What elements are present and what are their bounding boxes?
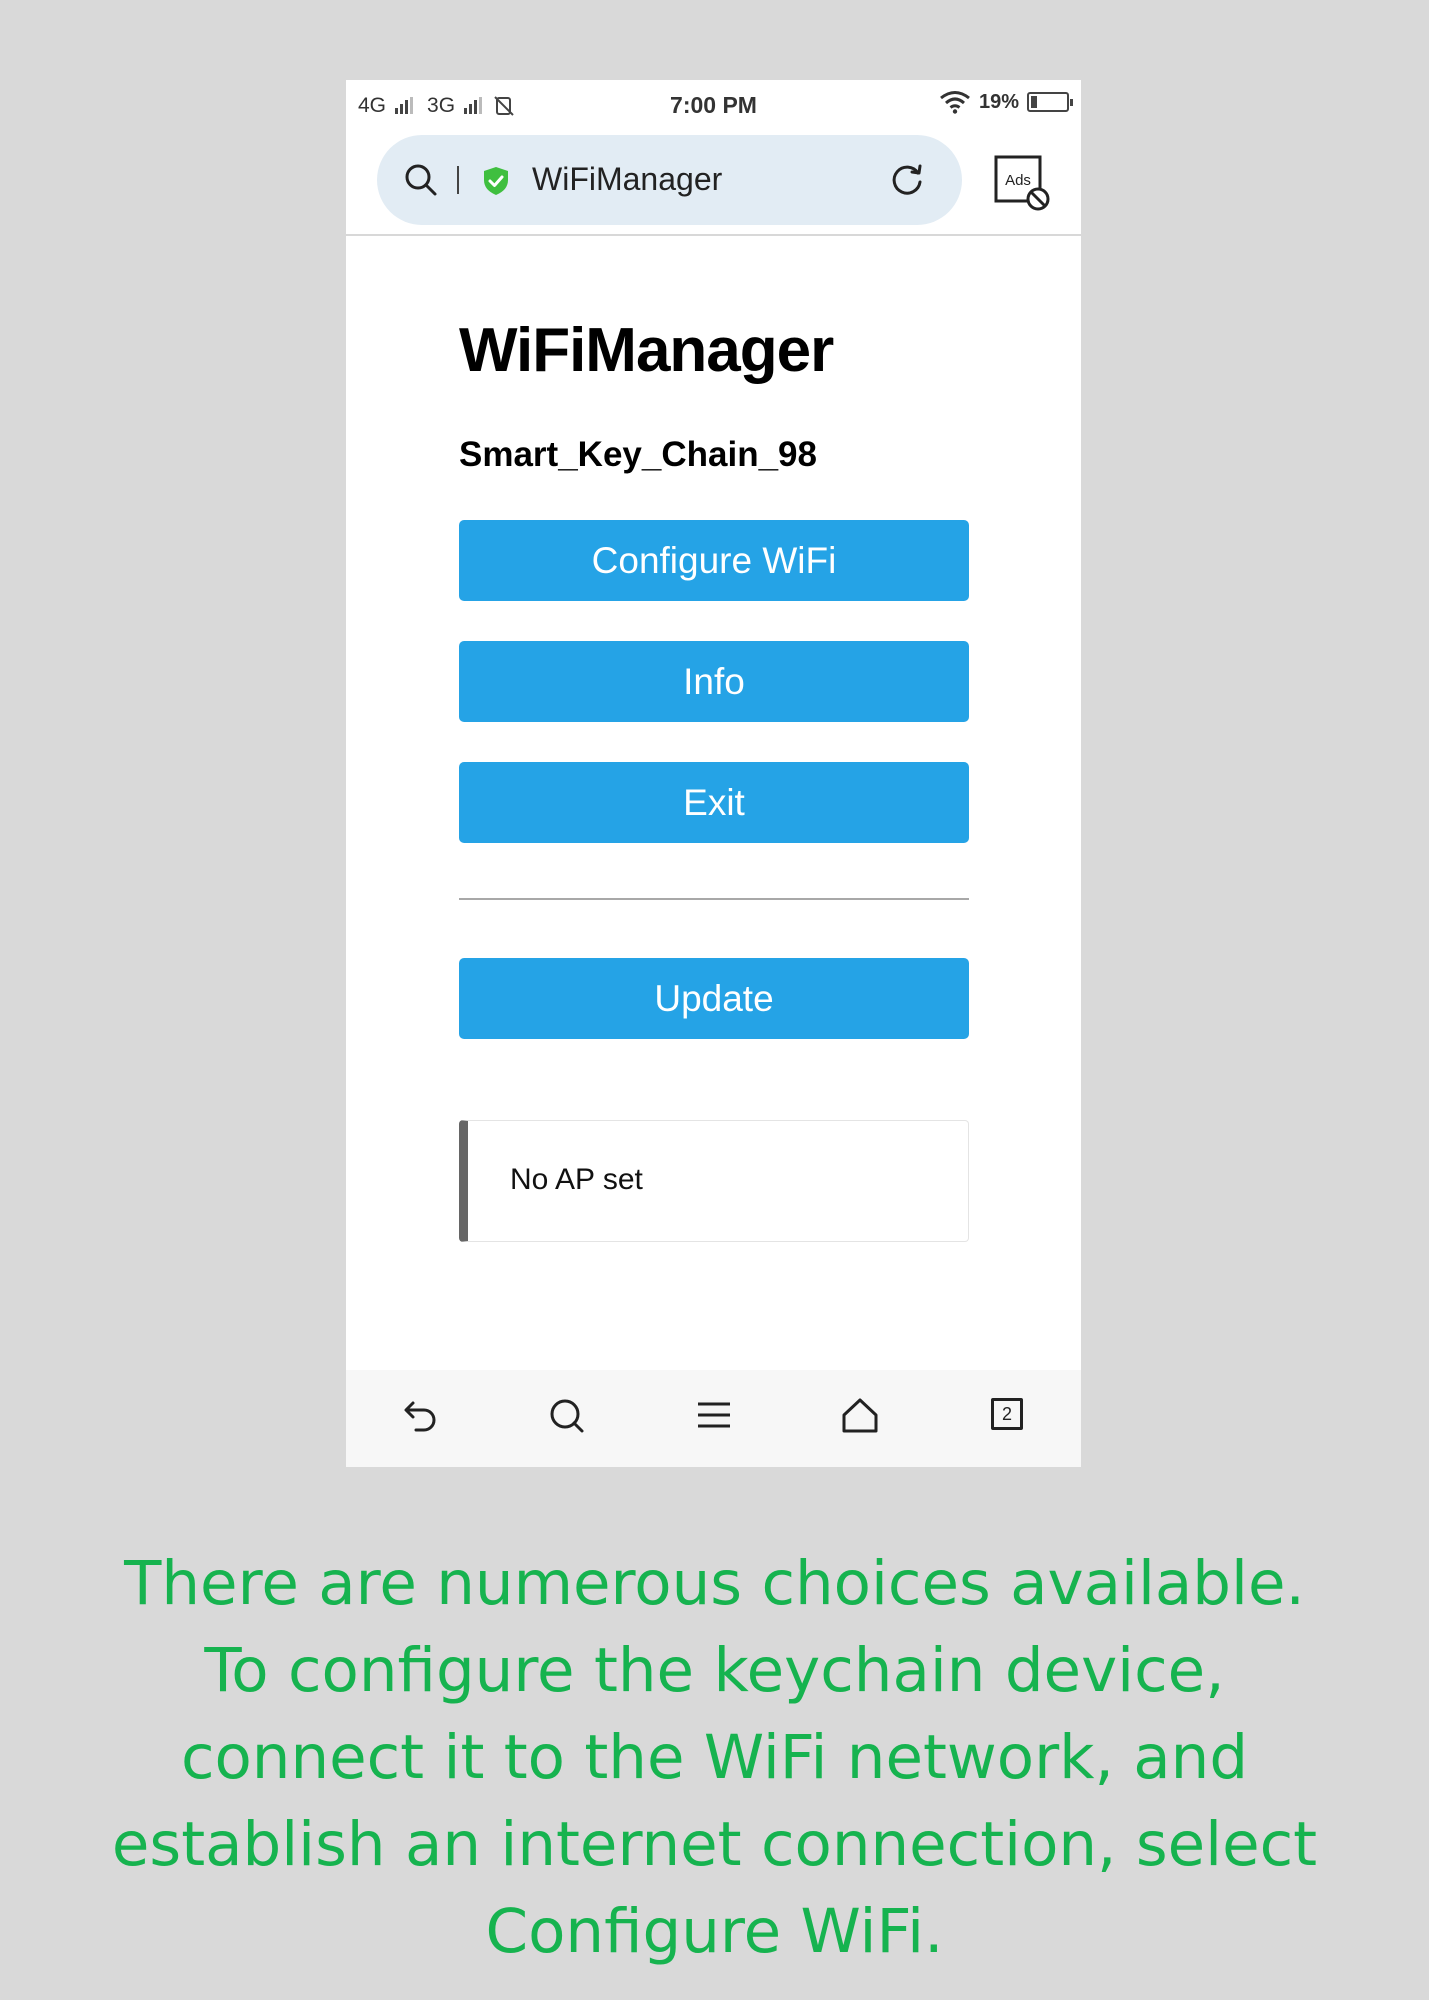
status-message: No AP set bbox=[510, 1163, 643, 1196]
home-icon[interactable] bbox=[840, 1396, 880, 1436]
update-button[interactable]: Update bbox=[459, 958, 969, 1039]
browser-bottom-nav: 2 bbox=[346, 1370, 1081, 1467]
battery-percent: 19% bbox=[978, 90, 1019, 113]
battery-icon bbox=[1027, 92, 1073, 112]
status-bar: 4G 3G 7:00 PM 19% bbox=[346, 80, 1081, 130]
address-separator bbox=[457, 166, 459, 194]
reload-icon[interactable] bbox=[888, 161, 926, 199]
address-bar[interactable]: WiFiManager bbox=[377, 135, 962, 225]
page-title: WiFiManager bbox=[459, 316, 834, 385]
wifi-icon bbox=[940, 91, 970, 114]
exit-button[interactable]: Exit bbox=[459, 762, 969, 843]
phone-screen: 4G 3G 7:00 PM 19% WiFiManager Ads WiFiMa… bbox=[346, 80, 1081, 1467]
ads-label: Ads bbox=[1005, 172, 1031, 189]
menu-icon[interactable] bbox=[694, 1396, 734, 1436]
secure-shield-icon bbox=[484, 167, 508, 195]
address-text[interactable]: WiFiManager bbox=[532, 161, 722, 198]
section-divider bbox=[459, 898, 969, 900]
search-icon[interactable] bbox=[403, 162, 439, 198]
caption-text: There are numerous choices available. To… bbox=[111, 1548, 1318, 1967]
top-divider bbox=[346, 234, 1081, 236]
configure-wifi-button[interactable]: Configure WiFi bbox=[459, 520, 969, 601]
search-icon[interactable] bbox=[547, 1396, 587, 1436]
status-right: 19% bbox=[939, 90, 1073, 114]
status-message-box: No AP set bbox=[459, 1120, 969, 1242]
ad-block-icon[interactable]: Ads bbox=[994, 155, 1050, 211]
back-icon[interactable] bbox=[398, 1396, 438, 1436]
device-name: Smart_Key_Chain_98 bbox=[459, 435, 817, 474]
info-button[interactable]: Info bbox=[459, 641, 969, 722]
tabs-icon[interactable]: 2 bbox=[991, 1398, 1023, 1430]
